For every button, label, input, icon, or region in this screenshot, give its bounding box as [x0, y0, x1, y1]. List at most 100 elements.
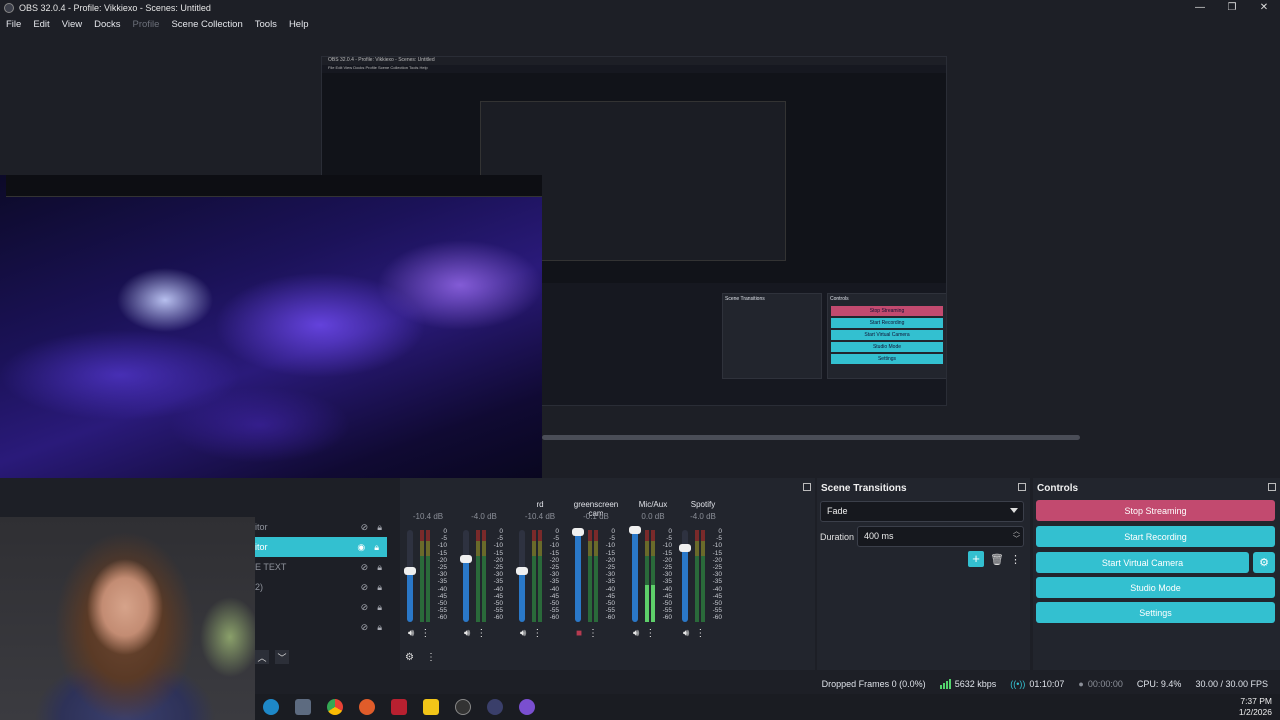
visibility-hidden-icon[interactable]: ⊘	[361, 522, 369, 533]
meter-scale-tick: -45	[605, 592, 615, 600]
system-clock[interactable]: 7:37 PM 1/2/2026	[1239, 696, 1272, 718]
add-transition-button[interactable]: +	[968, 551, 984, 567]
source-item[interactable]: ⊘ 🔒︎	[255, 617, 390, 637]
more-vertical-icon[interactable]: ⋮	[695, 628, 705, 639]
minimize-button[interactable]: —	[1184, 0, 1216, 15]
menu-edit[interactable]: Edit	[27, 19, 55, 30]
speaker-icon[interactable]: 🔊︎	[683, 628, 689, 639]
explorer-icon[interactable]	[295, 699, 311, 715]
speaker-icon[interactable]: 🔊︎	[520, 628, 526, 639]
visibility-hidden-icon[interactable]: ⊘	[361, 582, 369, 593]
restore-button[interactable]: ❐	[1216, 0, 1248, 15]
volume-fader-knob[interactable]	[516, 567, 528, 576]
volume-fader-knob[interactable]	[629, 526, 641, 534]
obs-taskbar-icon[interactable]	[455, 699, 471, 715]
channel-controls: 🔊︎ ⋮	[464, 628, 486, 639]
dock-popout-icon[interactable]	[1018, 483, 1026, 491]
audio-level-meter	[482, 530, 486, 622]
sources-toolbar: ︿ ﹀	[255, 650, 289, 664]
source-item[interactable]: 2) ⊘ 🔒︎	[255, 577, 390, 597]
spin-arrows-icon[interactable]: ︿ ﹀	[1013, 528, 1020, 544]
more-vertical-icon[interactable]: ⋮	[645, 628, 655, 639]
chrome-icon[interactable]	[327, 699, 343, 715]
trash-icon[interactable]: 🗑︎	[990, 553, 1004, 566]
duckduckgo-icon[interactable]	[359, 699, 375, 715]
speaker-icon[interactable]: 🔊︎	[408, 628, 414, 639]
volume-fader[interactable]	[629, 526, 641, 622]
duration-input[interactable]: 400 ms ︿ ﹀	[857, 526, 1024, 547]
more-vertical-icon[interactable]: ⋮	[476, 628, 486, 639]
menu-tools[interactable]: Tools	[249, 19, 283, 30]
studio-mode-button[interactable]: Studio Mode	[1036, 577, 1275, 598]
volume-fader[interactable]	[516, 530, 528, 622]
meter-scale-tick: -50	[662, 600, 672, 608]
move-up-icon[interactable]: ︿	[255, 650, 269, 664]
volume-fader[interactable]	[679, 530, 691, 622]
fps-readout: 30.00 / 30.00 FPS	[1195, 679, 1268, 689]
dock-popout-icon[interactable]	[803, 483, 811, 491]
more-vertical-icon[interactable]: ⋮	[1010, 553, 1021, 566]
app-icon[interactable]	[519, 699, 535, 715]
close-button[interactable]: ✕	[1248, 0, 1280, 15]
more-vertical-icon[interactable]: ⋮	[532, 628, 542, 639]
volume-fader-knob[interactable]	[460, 555, 472, 564]
lock-icon[interactable]: 🔒︎	[377, 582, 382, 593]
controls-title: Controls	[1037, 483, 1079, 494]
visibility-icon[interactable]: ◉	[357, 542, 365, 553]
meter-scale: 0 -5 -10 -15 -20 -25 -30 -35 -40 -45 -50 -55 -60	[489, 528, 503, 622]
virtual-camera-settings-button[interactable]: ⚙	[1253, 552, 1275, 573]
volume-fader-knob[interactable]	[572, 527, 584, 536]
preview-scrollbar-thumb[interactable]	[542, 435, 1080, 440]
app-icon[interactable]	[487, 699, 503, 715]
menu-help[interactable]: Help	[283, 19, 315, 30]
lock-icon[interactable]: 🔒︎	[377, 522, 382, 533]
start-recording-button[interactable]: Start Recording	[1036, 526, 1275, 547]
meter-scale-tick: -35	[493, 578, 503, 586]
meter-scale-tick: -60	[493, 614, 503, 622]
volume-fader[interactable]	[404, 530, 416, 622]
visibility-hidden-icon[interactable]: ⊘	[361, 602, 369, 613]
duration-label: Duration	[820, 532, 855, 542]
menu-docks[interactable]: Docks	[88, 19, 126, 30]
stop-streaming-button[interactable]: Stop Streaming	[1036, 500, 1275, 521]
meter-scale-tick: -40	[605, 585, 615, 593]
lock-icon[interactable]: 🔒︎	[374, 542, 379, 553]
menu-file[interactable]: File	[0, 19, 27, 30]
more-vertical-icon[interactable]: ⋮	[588, 628, 598, 639]
more-vertical-icon[interactable]: ⋮	[426, 652, 436, 663]
start-virtual-camera-button[interactable]: Start Virtual Camera	[1036, 552, 1249, 573]
sticky-notes-icon[interactable]	[423, 699, 439, 715]
transition-select-value: Fade	[827, 506, 848, 516]
lock-icon[interactable]: 🔒︎	[377, 622, 382, 633]
menu-profile[interactable]: Profile	[127, 19, 166, 30]
source-item[interactable]: itor ⊘ 🔒︎	[255, 517, 390, 537]
lock-icon[interactable]: 🔒︎	[377, 562, 382, 573]
speaker-icon[interactable]: 🔊︎	[633, 628, 639, 639]
lock-icon[interactable]: 🔒︎	[377, 602, 382, 613]
muted-speaker-icon[interactable]: ■	[576, 628, 582, 639]
meter-scale-tick: -15	[549, 549, 559, 557]
menu-view[interactable]: View	[56, 19, 88, 30]
edge-icon[interactable]	[263, 699, 279, 715]
transition-select[interactable]: Fade	[820, 501, 1024, 522]
move-down-icon[interactable]: ﹀	[275, 650, 289, 664]
volume-fader[interactable]	[460, 530, 472, 622]
volume-fader-knob[interactable]	[679, 544, 691, 553]
settings-button[interactable]: Settings	[1036, 602, 1275, 623]
channel-name: Mic/Aux	[638, 500, 668, 509]
more-vertical-icon[interactable]: ⋮	[420, 628, 430, 639]
volume-fader-knob[interactable]	[404, 567, 416, 576]
dock-popout-icon[interactable]	[1268, 483, 1276, 491]
source-item[interactable]: E TEXT ⊘ 🔒︎	[255, 557, 390, 577]
speaker-icon[interactable]: 🔊︎	[464, 628, 470, 639]
app-icon[interactable]	[391, 699, 407, 715]
volume-fader[interactable]	[572, 527, 584, 622]
preview-scrollbar[interactable]	[542, 434, 1280, 442]
visibility-hidden-icon[interactable]: ⊘	[361, 622, 369, 633]
visibility-hidden-icon[interactable]: ⊘	[361, 562, 369, 573]
source-item-selected[interactable]: itor ◉ 🔒︎	[255, 537, 387, 557]
menu-scene-collection[interactable]: Scene Collection	[165, 19, 248, 30]
source-item[interactable]: ⊘ 🔒︎	[255, 597, 390, 617]
advanced-audio-icon[interactable]: ⚙	[405, 652, 414, 663]
meter-scale-tick: -60	[712, 614, 722, 622]
